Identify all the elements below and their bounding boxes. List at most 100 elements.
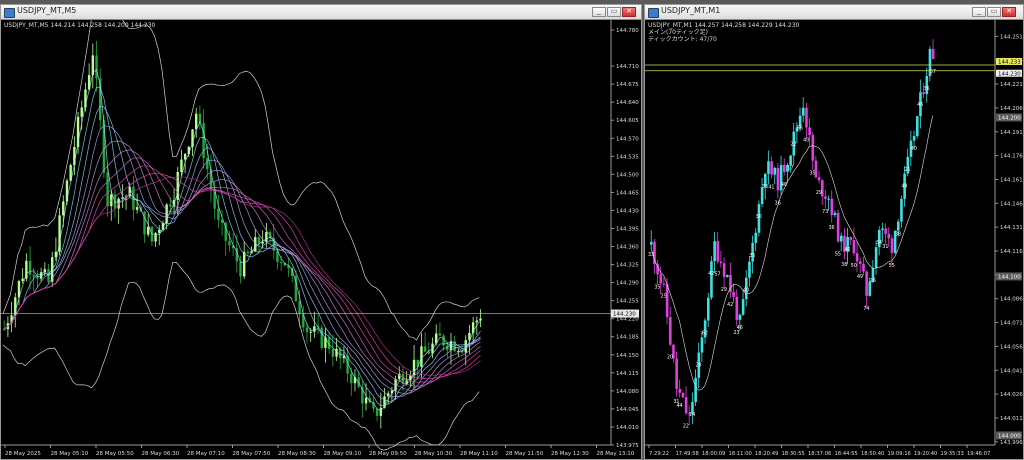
tick-count-label: 46 (781, 182, 787, 188)
time-tick-label: 28 May 11:50 (506, 451, 544, 457)
price-tick-label: 144.206 (1000, 106, 1023, 112)
candle-body (916, 116, 919, 137)
candle-body (121, 197, 124, 199)
moving-average-line (3, 176, 481, 376)
tick-count-label: 20 (667, 355, 673, 361)
candle-body (805, 107, 808, 128)
price-tick-label: 144.675 (616, 82, 639, 88)
moving-average-line (3, 172, 481, 380)
minimize-button[interactable]: _ (592, 7, 606, 17)
tick-count-label: 42 (708, 271, 714, 277)
time-tick-label: 18:20:49 (755, 451, 778, 457)
chart-window-m5[interactable]: USDJPY_MT,M5 _ ▭ ✕ USDJPY_MT,M5 144.214 … (0, 4, 642, 460)
candle-body (261, 241, 264, 244)
tick-count-label: 56 (797, 126, 803, 132)
candle-body (817, 177, 821, 181)
price-tick-label: 144.570 (616, 136, 639, 142)
candle-body (364, 397, 368, 404)
candle-body (62, 201, 65, 216)
tick-count-label: 55 (835, 251, 841, 257)
tick-count-label: 49 (857, 274, 863, 280)
restore-button[interactable]: ▭ (607, 7, 621, 17)
candle-body (887, 233, 891, 239)
time-tick-label: 18:00:09 (702, 451, 725, 457)
lower-band-line (2, 261, 480, 451)
candle-body (379, 407, 383, 416)
candle-body (783, 164, 786, 172)
window-titlebar[interactable]: USDJPY_MT,M1 _ ▭ ✕ (645, 5, 1023, 20)
candle-body (659, 274, 663, 284)
candle-body (802, 107, 805, 116)
tick-count-label: 36 (924, 86, 930, 92)
candle-body (650, 241, 653, 245)
candle-body (694, 377, 697, 403)
candle-body (135, 207, 139, 210)
candle-body (738, 314, 742, 320)
round-price-label: 144.100 (998, 274, 1021, 280)
restore-button[interactable]: ▭ (987, 7, 1001, 17)
candle-body (912, 136, 916, 141)
tick-count-label: 46 (737, 325, 743, 331)
window-title: USDJPY_MT,M5 (17, 6, 77, 15)
candle-body (874, 247, 878, 269)
time-tick-label: 28 May 10:30 (415, 451, 453, 457)
candle-body (741, 299, 745, 315)
chart-app-icon (4, 8, 15, 18)
candle-body (305, 327, 309, 333)
close-button[interactable]: ✕ (622, 7, 636, 17)
window-titlebar[interactable]: USDJPY_MT,M5 _ ▭ ✕ (1, 5, 641, 20)
candle-body (897, 221, 900, 231)
current-price-label: 144.230 (998, 71, 1021, 77)
close-button[interactable]: ✕ (1002, 7, 1016, 17)
tick-count-label: 22 (683, 423, 689, 429)
candle-body (754, 232, 758, 243)
tick-count-label: 34 (876, 240, 882, 246)
candle-body (423, 346, 427, 352)
price-tick-label: 144.780 (616, 28, 639, 34)
tick-count-label: 41 (768, 185, 774, 191)
tick-count-label: 57 (715, 271, 721, 277)
candle-body (700, 337, 704, 353)
candle-body (195, 113, 198, 130)
time-tick-label: 28 May 05:10 (51, 451, 89, 457)
candle-body (669, 317, 672, 345)
moving-average-line (3, 125, 481, 398)
price-chart-m5[interactable]: 144.780 144.710 144.675 144.640 144.605 144.5… (1, 20, 641, 460)
candle-body (776, 167, 780, 191)
price-tick-label: 143.975 (616, 443, 639, 449)
price-tick-label: 144.395 (616, 226, 639, 232)
chart-window-m1[interactable]: USDJPY_MT,M1 _ ▭ ✕ USDJPY_MT,M1 144.257 … (644, 4, 1024, 460)
candle-body (798, 115, 802, 128)
candle-body (243, 251, 246, 277)
tick-count-label: 36 (775, 200, 781, 206)
candle-body (900, 198, 903, 222)
tick-count-label: 40 (803, 137, 809, 143)
price-tick-label: 144.011 (1000, 416, 1023, 422)
candle-body (95, 55, 98, 79)
price-chart-m1[interactable]: 144.251144.236144.221144.206144.191144.1… (645, 20, 1023, 460)
candle-body (862, 263, 865, 272)
tick-count-label: 21 (905, 167, 911, 173)
price-tick-label: 144.640 (616, 100, 639, 106)
candle-body (169, 204, 172, 207)
minimize-button[interactable]: _ (972, 7, 986, 17)
time-tick-label: 19:20:40 (914, 451, 937, 457)
time-tick-label: 7:29:22 (649, 451, 669, 457)
tick-count-label: 33 (762, 184, 768, 190)
time-tick-label: 28 May 09:10 (324, 451, 362, 457)
candle-body (313, 326, 316, 332)
price-tick-label: 144.045 (616, 407, 639, 413)
candle-body (309, 331, 312, 333)
tick-count-label: 30 (756, 214, 762, 220)
tick-count-label: 42 (727, 302, 733, 308)
tick-count-label: 35 (654, 284, 660, 290)
price-tick-label: 144.161 (1000, 177, 1023, 183)
candle-body (479, 318, 482, 321)
candle-body (827, 198, 830, 200)
time-tick-label: 19:46:07 (967, 451, 990, 457)
time-tick-label: 18:30:55 (782, 451, 805, 457)
candle-body (206, 158, 209, 170)
time-tick-label: 19:35:33 (941, 451, 964, 457)
price-tick-label: 144.131 (1000, 225, 1023, 231)
time-tick-label: 18:44:55 (835, 451, 858, 457)
